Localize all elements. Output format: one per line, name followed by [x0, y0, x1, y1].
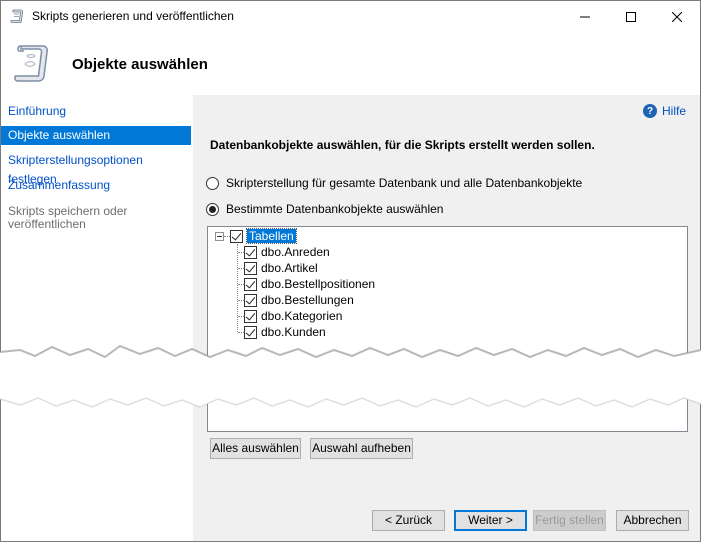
tree-checkbox[interactable]: [244, 309, 257, 323]
radio-button[interactable]: [206, 202, 219, 216]
maximize-button[interactable]: [608, 1, 654, 32]
tree-checkbox[interactable]: [244, 325, 257, 339]
wizard-window: Skripts generieren und veröffentlichen O…: [0, 0, 701, 542]
nav-item-zusammenfassung[interactable]: Zusammenfassung: [1, 176, 191, 195]
tree-node-kunden[interactable]: dbo.Kunden: [244, 324, 326, 340]
object-tree[interactable]: Tabellen dbo.Anreden dbo.Artikel dbo.Bes…: [207, 226, 688, 432]
script-scroll-icon: [10, 9, 24, 23]
tree-node-anreden[interactable]: dbo.Anreden: [244, 244, 330, 260]
wizard-header: Objekte auswählen: [1, 32, 700, 95]
help-icon: ?: [643, 104, 657, 118]
back-button[interactable]: < Zurück: [372, 510, 445, 531]
instruction-text: Datenbankobjekte auswählen, für die Skri…: [210, 138, 595, 152]
nav-item-objekte-auswaehlen[interactable]: Objekte auswählen: [1, 126, 191, 145]
tree-node-label: dbo.Anreden: [261, 245, 330, 259]
wizard-nav: Einführung Objekte auswählen Skripterste…: [1, 95, 191, 541]
tree-checkbox[interactable]: [244, 245, 257, 259]
radio-specific-objects[interactable]: Bestimmte Datenbankobjekte auswählen: [206, 202, 443, 216]
radio-label: Skripterstellung für gesamte Datenbank u…: [226, 176, 583, 190]
nav-item-skripterstellungsoptionen[interactable]: Skripterstellungsoptionen festlegen: [1, 151, 191, 186]
finish-button: Fertig stellen: [533, 510, 606, 531]
radio-entire-database[interactable]: Skripterstellung für gesamte Datenbank u…: [206, 176, 582, 190]
tree-node-label: dbo.Bestellpositionen: [261, 277, 376, 291]
tree-node-label: Tabellen: [246, 228, 297, 244]
title-bar[interactable]: Skripts generieren und veröffentlichen: [1, 1, 700, 32]
help-link[interactable]: ? Hilfe: [643, 104, 686, 118]
tree-node-bestellungen[interactable]: dbo.Bestellungen: [244, 292, 354, 308]
radio-label: Bestimmte Datenbankobjekte auswählen: [226, 202, 444, 216]
tree-checkbox[interactable]: [244, 293, 257, 307]
close-button[interactable]: [654, 1, 700, 32]
select-all-button[interactable]: Alles auswählen: [210, 438, 301, 459]
help-label: Hilfe: [662, 104, 687, 118]
minimize-icon: [580, 16, 590, 17]
tree-node-tabellen[interactable]: Tabellen: [230, 228, 297, 244]
radio-button[interactable]: [206, 176, 219, 190]
tree-connector: [237, 244, 238, 332]
tree-node-label: dbo.Kunden: [261, 325, 326, 339]
nav-item-einfuehrung[interactable]: Einführung: [1, 102, 191, 121]
content-panel: ? Hilfe Datenbankobjekte auswählen, für …: [193, 95, 700, 541]
tree-checkbox[interactable]: [244, 277, 257, 291]
tree-node-label: dbo.Artikel: [261, 261, 318, 275]
nav-item-skripts-speichern: Skripts speichern oder veröffentlichen: [8, 204, 128, 231]
close-icon: [672, 11, 682, 22]
tree-checkbox[interactable]: [230, 229, 243, 243]
tree-node-artikel[interactable]: dbo.Artikel: [244, 260, 318, 276]
tree-node-kategorien[interactable]: dbo.Kategorien: [244, 308, 342, 324]
tree-node-label: dbo.Bestellungen: [261, 293, 354, 307]
tree-node-bestellpositionen[interactable]: dbo.Bestellpositionen: [244, 276, 375, 292]
collapse-toggle[interactable]: [215, 232, 224, 241]
page-title: Objekte auswählen: [72, 56, 208, 73]
next-button[interactable]: Weiter >: [454, 510, 527, 531]
window-title: Skripts generieren und veröffentlichen: [32, 9, 234, 23]
tree-checkbox[interactable]: [244, 261, 257, 275]
cancel-button[interactable]: Abbrechen: [616, 510, 689, 531]
script-scroll-icon: [14, 45, 48, 82]
deselect-button[interactable]: Auswahl aufheben: [310, 438, 413, 459]
minimize-button[interactable]: [562, 1, 608, 32]
maximize-icon: [626, 11, 636, 22]
tree-node-label: dbo.Kategorien: [261, 309, 343, 323]
